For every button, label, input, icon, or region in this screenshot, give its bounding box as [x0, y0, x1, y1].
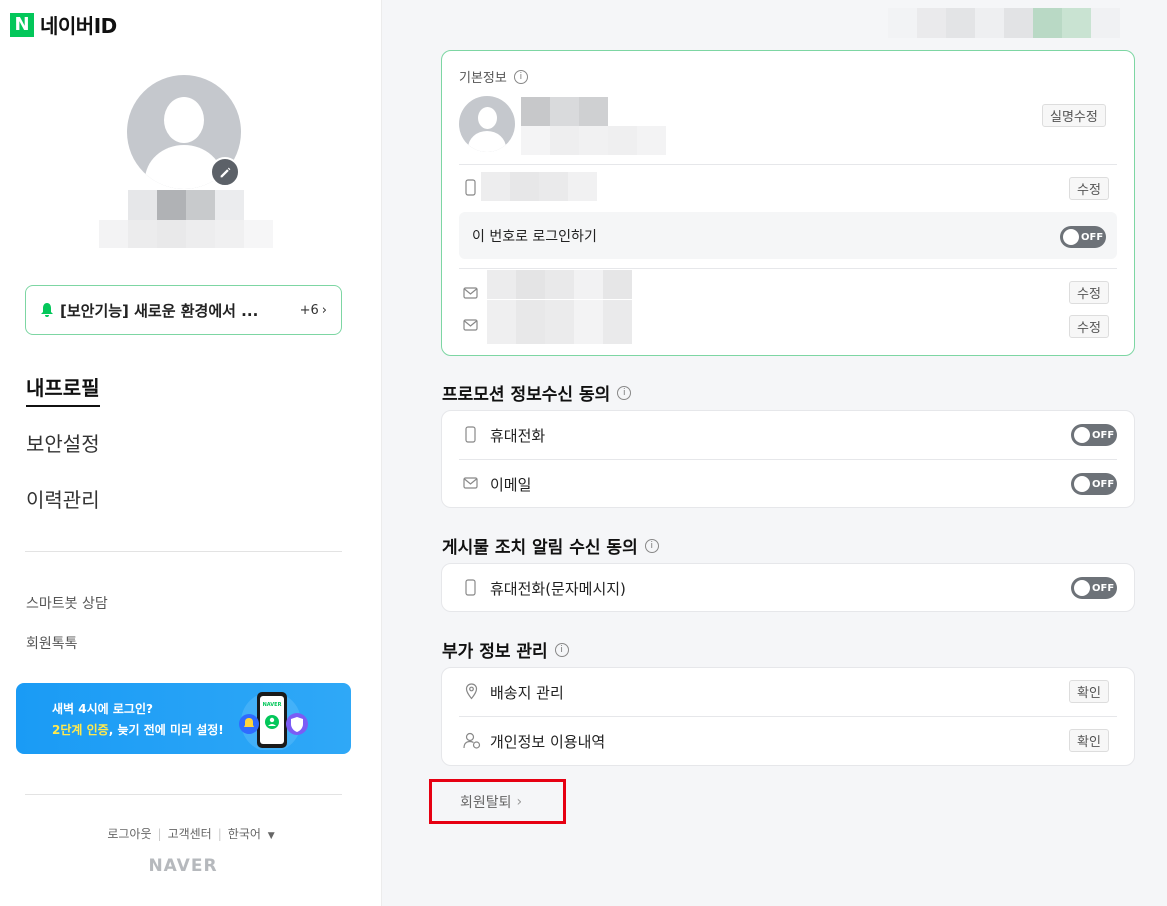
basic-avatar [459, 96, 515, 152]
post-alert-phone-toggle[interactable]: OFF [1071, 577, 1117, 599]
caret-down-icon: ▼ [267, 831, 275, 841]
logout-link[interactable]: 로그아웃 [107, 827, 151, 841]
info-icon[interactable]: i [513, 69, 528, 84]
divider [459, 716, 1117, 717]
chevron-right-icon: › [321, 302, 327, 318]
privacy-usage-label: 개인정보 이용내역 [490, 733, 606, 751]
footer-links: 로그아웃 | 고객센터 | 한국어 ▼ [107, 827, 275, 841]
blurred-id [99, 220, 273, 248]
blurred-email-1 [487, 270, 632, 299]
extra-info-title: 부가 정보 관리 i [442, 637, 569, 662]
info-icon[interactable]: i [617, 385, 632, 400]
shipping-label: 배송지 관리 [490, 684, 564, 702]
divider [459, 459, 1117, 460]
phone-shield-illustration: NAVER [239, 692, 308, 750]
info-icon[interactable]: i [554, 642, 569, 657]
security-notice[interactable]: [보안기능] 새로운 환경에서 ... +6 › [25, 285, 342, 335]
login-with-number-label: 이 번호로 로그인하기 [472, 229, 597, 245]
promotion-title: 프로모션 정보수신 동의 i [442, 380, 632, 405]
banner-line2: 2단계 인증, 늦기 전에 미리 설정! [52, 723, 224, 737]
divider [459, 268, 1117, 269]
naver-id-logo[interactable]: N 네이버ID [10, 10, 117, 39]
sidebar: N 네이버ID [보안기능] 새로운 환경에서 ... +6 › 내프로필 보안… [0, 0, 382, 906]
naver-n-icon: N [10, 12, 34, 37]
divider [459, 164, 1117, 165]
post-alert-phone-label: 휴대전화(문자메시지) [490, 580, 626, 598]
pencil-icon [220, 167, 230, 177]
blurred-birth [521, 126, 666, 155]
real-name-edit-button[interactable]: 실명수정 [1042, 104, 1106, 127]
blurred-name [128, 190, 244, 220]
link-member-talk[interactable]: 회원톡톡 [26, 633, 78, 653]
nav-history[interactable]: 이력관리 [26, 484, 100, 513]
nav-security[interactable]: 보안설정 [26, 428, 100, 457]
basic-info-title: 기본정보 i [459, 67, 528, 86]
email1-edit-button[interactable]: 수정 [1069, 281, 1109, 304]
logo-text: 네이버ID [40, 14, 117, 38]
mobile-phone-icon [465, 579, 476, 596]
blurred-phone [481, 172, 597, 201]
two-factor-banner[interactable]: 새벽 4시에 로그인? 2단계 인증, 늦기 전에 미리 설정! NAVER [16, 683, 351, 754]
naver-logo: NAVER [148, 856, 218, 876]
sidebar-divider [25, 551, 342, 552]
notice-count: +6 [299, 302, 319, 318]
help-link[interactable]: 고객센터 [168, 827, 212, 841]
promotion-phone-toggle[interactable]: OFF [1071, 424, 1117, 446]
withdraw-link[interactable]: 회원탈퇴 › [429, 779, 566, 824]
mail-icon [463, 319, 478, 331]
privacy-check-button[interactable]: 확인 [1069, 729, 1109, 752]
link-smartbot[interactable]: 스마트봇 상담 [26, 593, 108, 613]
footer-divider [25, 794, 342, 795]
bell-icon [41, 303, 53, 317]
nav-my-profile[interactable]: 내프로필 [26, 372, 100, 407]
mail-icon [463, 477, 478, 489]
language-select[interactable]: 한국어 [228, 827, 261, 841]
withdraw-label: 회원탈퇴 [460, 794, 512, 811]
info-icon[interactable]: i [644, 538, 659, 553]
email2-edit-button[interactable]: 수정 [1069, 315, 1109, 338]
banner-line1: 새벽 4시에 로그인? [52, 702, 153, 716]
shipping-check-button[interactable]: 확인 [1069, 680, 1109, 703]
blurred-real-name [521, 97, 608, 126]
promotion-phone-label: 휴대전화 [490, 427, 546, 445]
mobile-phone-icon [465, 426, 476, 443]
notice-text: [보안기능] 새로운 환경에서 ... [60, 301, 259, 320]
promotion-email-label: 이메일 [490, 476, 532, 494]
user-privacy-icon [463, 732, 481, 749]
phone-label: NAVER [263, 702, 282, 708]
login-with-number-toggle[interactable]: OFF [1060, 226, 1106, 248]
location-pin-icon [465, 683, 478, 700]
phone-edit-button[interactable]: 수정 [1069, 177, 1109, 200]
profile-avatar [127, 75, 241, 189]
mail-icon [463, 287, 478, 299]
blurred-email-2 [487, 300, 632, 344]
promotion-email-toggle[interactable]: OFF [1071, 473, 1117, 495]
mobile-phone-icon [465, 179, 476, 196]
blurred-header [888, 8, 1150, 38]
edit-avatar-button[interactable] [210, 157, 240, 187]
chevron-right-icon: › [516, 793, 523, 810]
post-alert-title: 게시물 조치 알림 수신 동의 i [442, 533, 659, 558]
